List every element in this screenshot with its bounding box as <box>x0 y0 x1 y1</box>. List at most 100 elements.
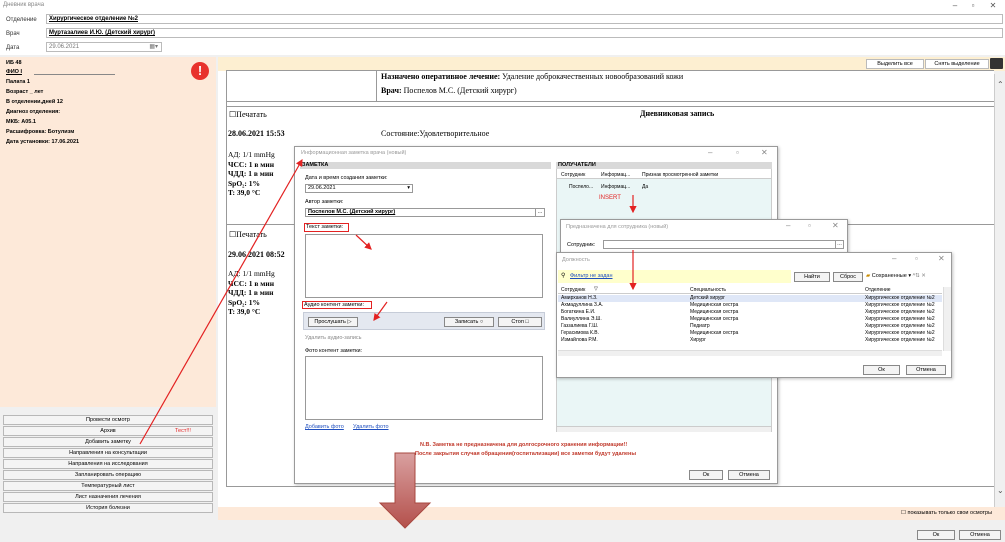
table-row[interactable]: Поспело... Информац... Да <box>557 183 771 191</box>
table-row[interactable]: Богаткина Е.И. Медицинская сестра Хирург… <box>558 309 942 316</box>
vital-bp: АД: 1/1 mmHg <box>228 150 275 159</box>
note-ok-button[interactable]: Ок <box>689 470 723 480</box>
table-row[interactable]: Амирханов Н.З. Детский хирург Хирургичес… <box>558 295 942 302</box>
nav-button-history[interactable]: История болезни <box>3 503 213 513</box>
close-icon[interactable]: ✕ <box>761 148 768 157</box>
play-icon: ▷ <box>347 319 352 325</box>
position-cancel-button[interactable]: Отмена <box>906 365 946 375</box>
employee-label: Сотрудник: <box>567 242 596 248</box>
more-icon[interactable]: … <box>835 241 843 248</box>
close-icon[interactable]: ✕ <box>986 0 1000 11</box>
assign-dialog-title: Предназначена для сотрудника (новый) <box>566 224 669 230</box>
vertical-scrollbar[interactable]: ⌃ ⌄ <box>994 74 1005 507</box>
find-button[interactable]: Найти <box>794 272 830 282</box>
row-employee: Ахмадуллина З.А. <box>561 302 604 308</box>
close-icon[interactable]: ✕ <box>921 273 926 279</box>
nav-button-archive[interactable]: Архив Тест!!! <box>3 426 213 436</box>
saved-filters-button[interactable]: ▰ Сохраненные ▾ ᴬ⇅ ✕ <box>866 273 926 279</box>
department-field[interactable]: Хирургическое отделение №2 <box>46 14 1003 24</box>
record-doctor-value: Поспелов М.С. (Детский хирург) <box>403 86 517 95</box>
table-row[interactable]: Герасимова К.В. Медицинская сестра Хирур… <box>558 330 942 337</box>
scroll-up-icon[interactable]: ⌃ <box>997 80 1004 89</box>
planned-label: Назначено оперативное лечение: <box>381 72 501 81</box>
filter-link[interactable]: Фильтр не задан <box>570 273 613 279</box>
stop-button[interactable]: Стоп □ <box>498 317 542 327</box>
only-own-checkbox[interactable]: ☐ показывать только свои осмотры <box>901 510 992 516</box>
horizontal-scrollbar[interactable] <box>558 350 942 356</box>
add-photo-link[interactable]: Добавить фото <box>305 424 344 430</box>
col-employee: Сотрудник <box>561 172 586 178</box>
close-icon[interactable]: ✕ <box>938 254 945 263</box>
nav-button-examine[interactable]: Провести осмотр <box>3 415 213 425</box>
more-icon[interactable]: … <box>535 209 544 216</box>
table-row[interactable]: Ахмадуллина З.А. Медицинская сестра Хиру… <box>558 302 942 309</box>
folder-icon: ▰ <box>866 273 871 279</box>
printer-icon[interactable] <box>990 58 1003 69</box>
nav-button-add-note[interactable]: Добавить заметку <box>3 437 213 447</box>
created-datetime-field[interactable]: 29.06.2021 ▾ <box>305 184 413 193</box>
maximize-icon[interactable]: ▫ <box>915 254 918 263</box>
maximize-icon[interactable]: ▫ <box>966 0 980 11</box>
table-row[interactable]: Валиуллина Э.Ш. Медицинская сестра Хирур… <box>558 316 942 323</box>
photo-area[interactable] <box>305 356 543 420</box>
deselect-button[interactable]: Снять выделение <box>925 59 989 69</box>
filter-bar: ⚲ Фильтр не задан <box>558 270 791 283</box>
sort-icon[interactable]: ᴬ⇅ <box>913 273 920 279</box>
vertical-scrollbar[interactable] <box>943 287 951 351</box>
footer-cancel-button[interactable]: Отмена <box>959 530 1001 540</box>
nav-button-treatment[interactable]: Лист назначения лечения <box>3 492 213 502</box>
horizontal-scrollbar[interactable] <box>557 426 771 432</box>
entry-datetime-1: 28.06.2021 15:53 <box>228 129 285 138</box>
calendar-icon[interactable]: ▦▾ <box>149 43 161 51</box>
note-text-area[interactable] <box>305 234 543 298</box>
row-divider <box>226 106 994 107</box>
nav-button-temperature[interactable]: Температурный лист <box>3 481 213 491</box>
row-department: Хирургическое отделение №2 <box>865 330 935 336</box>
notice-line-1: N.B. Заметка не предназначена для долгос… <box>420 442 628 448</box>
scroll-down-icon[interactable]: ⌄ <box>997 486 1004 495</box>
vital-hr: ЧСС: 1 в мин <box>228 278 275 288</box>
print-checkbox-2[interactable]: ☐Печатать <box>229 230 267 239</box>
delete-audio-link[interactable]: Удалить аудио-запись <box>305 335 362 341</box>
footer-ok-button[interactable]: Ок <box>917 530 955 540</box>
filter-icon[interactable]: ▽ <box>594 286 598 292</box>
minimize-icon[interactable]: – <box>948 0 962 11</box>
created-value: 29.06.2021 <box>308 185 336 191</box>
table-row[interactable]: Измайлова Р.М. Хирург Хирургическое отде… <box>558 337 942 344</box>
position-ok-button[interactable]: Ок <box>863 365 900 375</box>
audio-content-label: Аудио контент заметки: <box>302 301 372 309</box>
window-title: Дневник врача <box>3 2 45 8</box>
dropdown-icon[interactable]: ▾ <box>407 185 412 191</box>
record-icon: ○ <box>479 319 484 325</box>
maximize-icon[interactable]: ▫ <box>736 148 739 157</box>
recipient-name: Поспело... <box>569 184 594 190</box>
alert-icon[interactable]: ! <box>191 62 209 80</box>
minimize-icon[interactable]: – <box>892 254 896 263</box>
row-divider <box>226 486 994 487</box>
nav-button-operation[interactable]: Запланировать операцию <box>3 470 213 480</box>
record-doctor: Врач: Поспелов М.С. (Детский хирург) <box>381 86 517 95</box>
print-checkbox-1[interactable]: ☐Печатать <box>229 110 267 119</box>
author-field[interactable]: Поспелов М.С. (Детский хирург)… <box>305 208 545 217</box>
row-specialty: Медицинская сестра <box>690 309 739 315</box>
doctor-field[interactable]: Муртазалиев И.Ю. (Детский хирург) <box>46 28 1003 38</box>
minimize-icon[interactable]: – <box>708 148 712 157</box>
minimize-icon[interactable]: – <box>786 221 790 230</box>
close-icon[interactable]: ✕ <box>832 221 839 230</box>
nav-button-research[interactable]: Направления на исследования <box>3 459 213 469</box>
archive-badge: Тест!!! <box>175 428 191 434</box>
table-row[interactable]: Газзалиева Г.Ш. Педиатр Хирургическое от… <box>558 323 942 330</box>
saved-label: Сохраненные <box>871 273 907 279</box>
play-button[interactable]: Прослушать ▷ <box>308 317 358 327</box>
note-section-header: ЗАМЕТКА <box>300 162 551 169</box>
reset-button[interactable]: Сброс <box>833 272 863 282</box>
employee-field[interactable]: … <box>603 240 844 249</box>
date-field[interactable]: 29.06.2021 ▦▾ <box>46 42 162 52</box>
record-button[interactable]: Записать ○ <box>444 317 494 327</box>
photo-content-label: Фото контент заметки: <box>305 348 363 354</box>
note-cancel-button[interactable]: Отмена <box>728 470 770 480</box>
maximize-icon[interactable]: ▫ <box>808 221 811 230</box>
delete-photo-link[interactable]: Удалить фото <box>353 424 389 430</box>
select-all-button[interactable]: Выделить все <box>866 59 924 69</box>
nav-button-consultations[interactable]: Направления на консультации <box>3 448 213 458</box>
